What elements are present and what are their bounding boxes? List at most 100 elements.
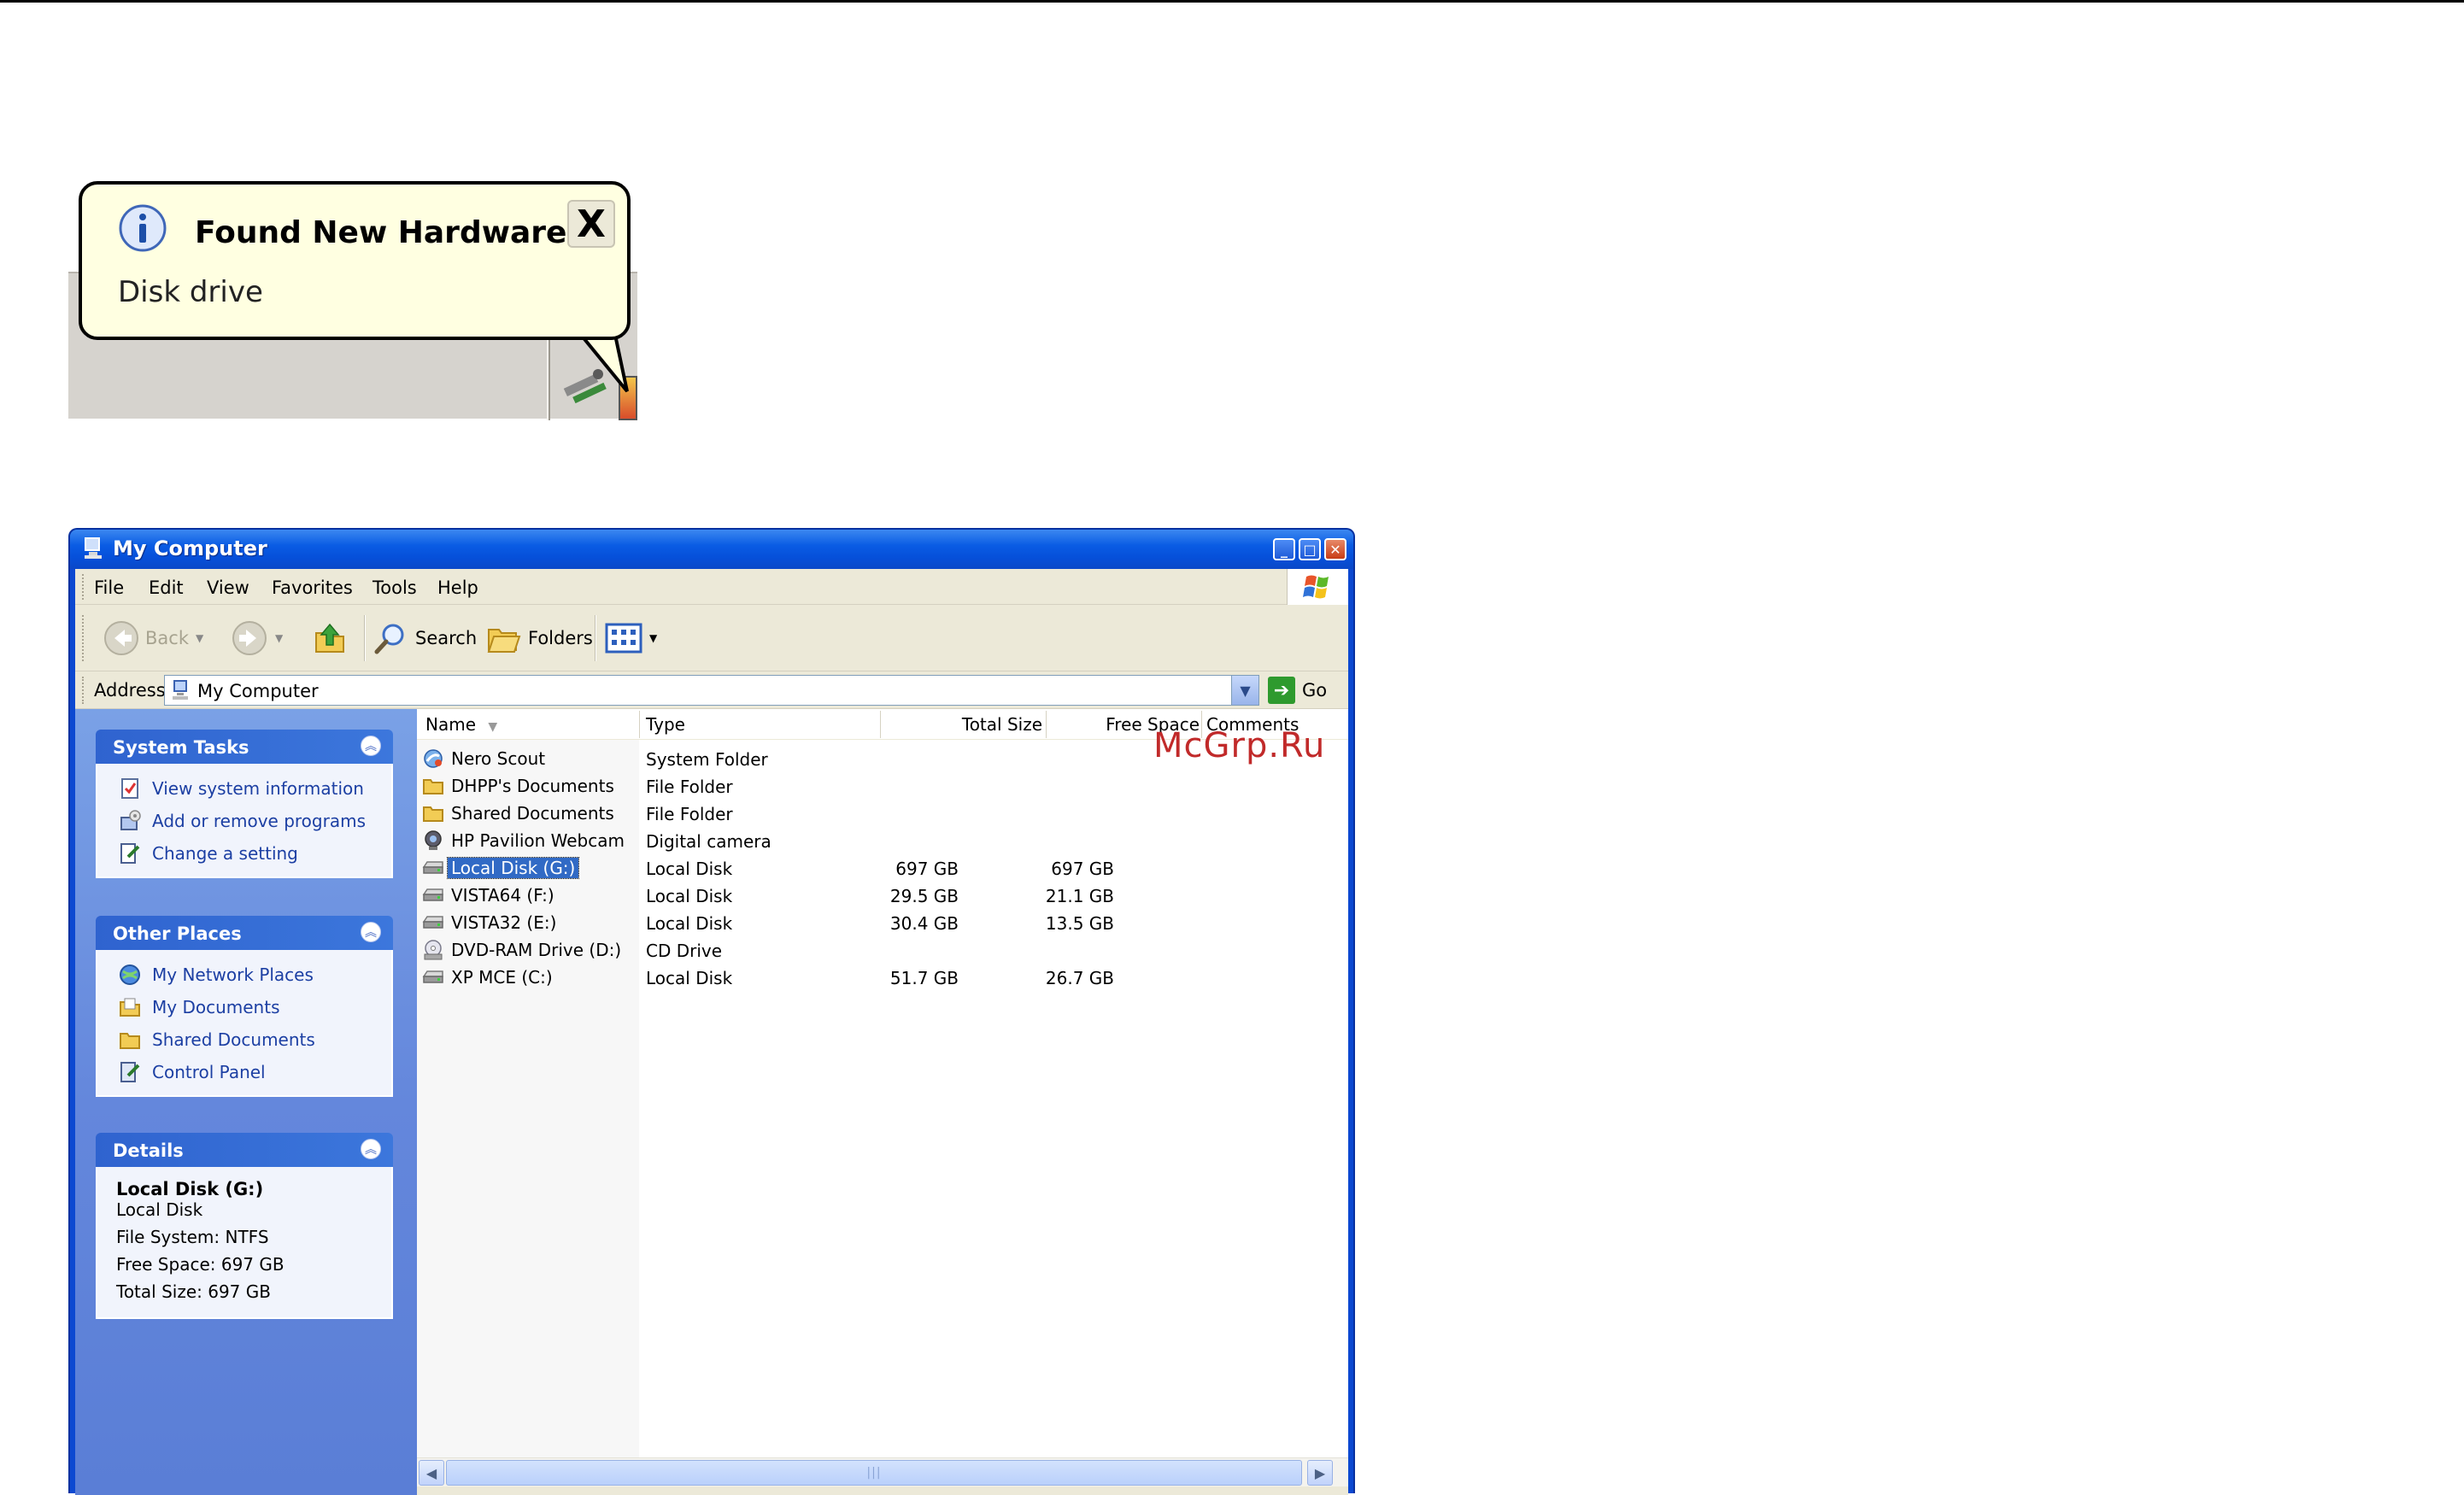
back-button[interactable]: Back ▼ [103, 617, 203, 660]
row-name-cell[interactable]: XP MCE (C:) [422, 965, 556, 989]
folder-icon [422, 802, 448, 824]
up-folder-button[interactable] [311, 617, 349, 660]
place-control-panel[interactable]: Control Panel [97, 1056, 391, 1088]
folders-button[interactable]: Folders [485, 617, 593, 660]
column-divider[interactable] [639, 711, 640, 738]
maximize-button[interactable]: □ [1299, 538, 1321, 560]
column-header-type[interactable]: Type [646, 714, 685, 738]
windows-logo-icon [1287, 569, 1348, 605]
file-list-view[interactable]: Name ▼ Type Total Size Free Space Commen… [417, 709, 1348, 1457]
menu-help[interactable]: Help [437, 577, 478, 598]
table-row[interactable]: DHPP's Documents File Folder [417, 772, 1348, 800]
system-tasks-header[interactable]: System Tasks ︽ [96, 730, 393, 764]
forward-dropdown-icon[interactable]: ▼ [275, 632, 283, 644]
cd-drive-icon [422, 939, 448, 961]
table-row[interactable]: XP MCE (C:) Local Disk 51.7 GB 26.7 GB [417, 964, 1348, 991]
go-button[interactable]: ➔ Go [1268, 677, 1327, 704]
row-name-cell[interactable]: Shared Documents [422, 801, 618, 825]
column-divider[interactable] [1046, 711, 1047, 738]
row-name: Local Disk (G:) [446, 857, 580, 879]
table-row[interactable]: HP Pavilion Webcam Digital camera [417, 827, 1348, 854]
window-titlebar[interactable]: My Computer _ □ ✕ [70, 530, 1353, 569]
task-add-remove-programs[interactable]: Add or remove programs [97, 805, 391, 837]
address-input[interactable]: My Computer ▼ [164, 675, 1259, 706]
close-button[interactable]: ✕ [1324, 538, 1346, 560]
folder-icon [120, 1033, 140, 1049]
row-free-space: 21.1 GB [1045, 886, 1114, 906]
collapse-chevron-icon[interactable]: ︽ [361, 736, 381, 756]
row-type: Local Disk [646, 913, 733, 934]
add-remove-programs-icon [120, 810, 141, 830]
folders-icon [487, 629, 521, 653]
place-my-documents[interactable]: My Documents [97, 991, 391, 1023]
change-setting-icon [120, 843, 140, 864]
balloon-tail [580, 337, 629, 393]
menu-favorites[interactable]: Favorites [272, 577, 353, 598]
minimize-button[interactable]: _ [1273, 538, 1295, 560]
menubar-grip[interactable] [82, 574, 85, 600]
row-type: File Folder [646, 777, 733, 797]
forward-button[interactable]: ▼ [231, 617, 283, 660]
menu-tools[interactable]: Tools [373, 577, 417, 598]
collapse-chevron-icon[interactable]: ︽ [361, 1139, 381, 1159]
row-name-cell[interactable]: DHPP's Documents [422, 774, 618, 798]
menu-view[interactable]: View [207, 577, 249, 598]
system-info-icon [121, 778, 138, 799]
other-places-header[interactable]: Other Places ︽ [96, 916, 393, 950]
balloon-close-button[interactable]: X [567, 200, 615, 248]
row-free-space: 26.7 GB [1045, 968, 1114, 988]
row-free-space: 697 GB [1051, 859, 1114, 879]
collapse-chevron-icon[interactable]: ︽ [361, 922, 381, 942]
address-dropdown-button[interactable]: ▼ [1231, 676, 1258, 705]
column-header-total-size[interactable]: Total Size [885, 714, 1042, 738]
views-button[interactable]: ▼ [605, 617, 657, 660]
horizontal-scrollbar[interactable]: ◀ ||| ▶ [417, 1457, 1348, 1486]
search-label: Search [415, 628, 478, 648]
table-row[interactable]: VISTA64 (F:) Local Disk 29.5 GB 21.1 GB [417, 882, 1348, 909]
scroll-right-button[interactable]: ▶ [1307, 1460, 1333, 1486]
table-row[interactable]: Local Disk (G:) Local Disk 697 GB 697 GB [417, 854, 1348, 882]
views-dropdown-icon[interactable]: ▼ [649, 632, 657, 644]
search-button[interactable]: Search [373, 617, 477, 660]
found-new-hardware-balloon[interactable]: Found New Hardware X Disk drive [79, 181, 631, 340]
toolbar-separator [364, 615, 366, 661]
task-label: View system information [152, 778, 364, 799]
menu-file[interactable]: File [94, 577, 124, 598]
place-my-network-places[interactable]: My Network Places [97, 959, 391, 991]
column-divider[interactable] [880, 711, 881, 738]
hard-drive-icon [422, 884, 448, 906]
go-arrow-icon: ➔ [1268, 677, 1295, 704]
my-computer-window: My Computer _ □ ✕ File Edit View Favorit… [68, 528, 1355, 1495]
standard-toolbar: Back ▼ ▼ Search Folders ▼ [75, 605, 1348, 671]
back-dropdown-icon[interactable]: ▼ [196, 632, 203, 644]
views-icon [605, 623, 642, 654]
table-row[interactable]: Shared Documents File Folder [417, 800, 1348, 827]
column-header-name[interactable]: Name ▼ [425, 714, 497, 738]
control-panel-icon [120, 1062, 140, 1082]
row-name: Shared Documents [451, 803, 614, 824]
address-value: My Computer [197, 681, 319, 701]
toolbar-grip[interactable] [82, 615, 85, 661]
row-name-cell[interactable]: Local Disk (G:) [422, 856, 580, 880]
details-header[interactable]: Details ︽ [96, 1133, 393, 1167]
row-name-cell[interactable]: Nero Scout [422, 747, 549, 771]
my-computer-icon [85, 537, 102, 559]
task-view-system-information[interactable]: View system information [97, 772, 391, 805]
addressbar-grip[interactable] [82, 677, 85, 704]
row-name-cell[interactable]: VISTA64 (F:) [422, 883, 558, 907]
toolbar-separator [595, 615, 596, 661]
task-change-a-setting[interactable]: Change a setting [97, 837, 391, 870]
row-name: HP Pavilion Webcam [451, 830, 625, 851]
folder-icon [422, 775, 448, 797]
column-header-label: Name [425, 714, 477, 735]
scroll-thumb[interactable]: ||| [446, 1460, 1302, 1486]
table-row[interactable]: VISTA32 (E:) Local Disk 30.4 GB 13.5 GB [417, 909, 1348, 936]
row-name-cell[interactable]: DVD-RAM Drive (D:) [422, 938, 625, 962]
row-name-cell[interactable]: VISTA32 (E:) [422, 911, 560, 935]
row-name-cell[interactable]: HP Pavilion Webcam [422, 829, 628, 853]
menu-bar: File Edit View Favorites Tools Help [75, 569, 1348, 605]
scroll-left-button[interactable]: ◀ [419, 1460, 444, 1486]
menu-edit[interactable]: Edit [149, 577, 184, 598]
place-shared-documents[interactable]: Shared Documents [97, 1023, 391, 1056]
table-row[interactable]: DVD-RAM Drive (D:) CD Drive [417, 936, 1348, 964]
